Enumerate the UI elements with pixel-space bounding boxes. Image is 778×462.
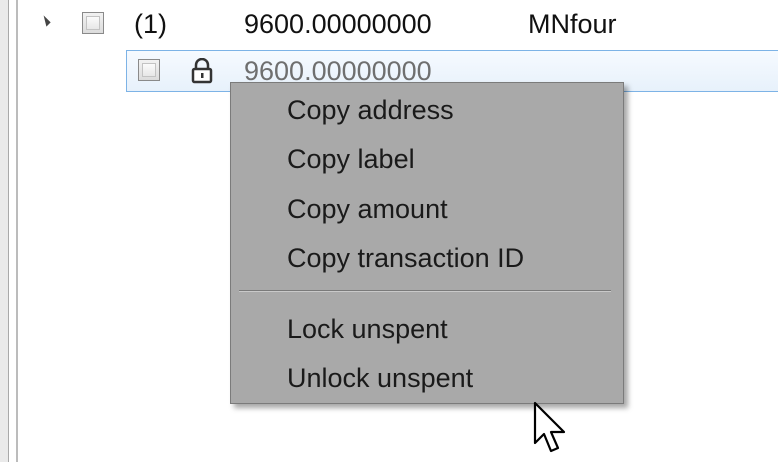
checkbox-inner: [86, 16, 100, 30]
mouse-cursor-icon: [533, 401, 566, 453]
parent-checkbox[interactable]: [82, 12, 104, 34]
tree-row-parent[interactable]: (1) 9600.00000000 MNfour: [0, 0, 778, 44]
menu-item-copy-address[interactable]: Copy address: [287, 95, 454, 126]
menu-item-unlock-unspent[interactable]: Unlock unspent: [287, 363, 473, 394]
child-checkbox[interactable]: [138, 59, 160, 81]
menu-item-copy-label[interactable]: Copy label: [287, 144, 415, 175]
menu-item-copy-transaction-id[interactable]: Copy transaction ID: [287, 243, 524, 274]
parent-amount: 9600.00000000: [244, 9, 432, 39]
menu-item-copy-amount[interactable]: Copy amount: [287, 194, 448, 225]
menu-item-lock-unspent[interactable]: Lock unspent: [287, 314, 448, 345]
context-menu: Copy address Copy label Copy amount Copy…: [230, 82, 624, 404]
group-count: (1): [134, 9, 167, 39]
lock-icon: [191, 58, 213, 84]
parent-label: MNfour: [528, 9, 617, 39]
checkbox-inner: [142, 63, 156, 77]
window-left-border: [0, 0, 9, 462]
expander-triangle-icon[interactable]: [39, 15, 51, 27]
tree-view-border: [16, 0, 18, 462]
menu-separator: [239, 290, 611, 292]
